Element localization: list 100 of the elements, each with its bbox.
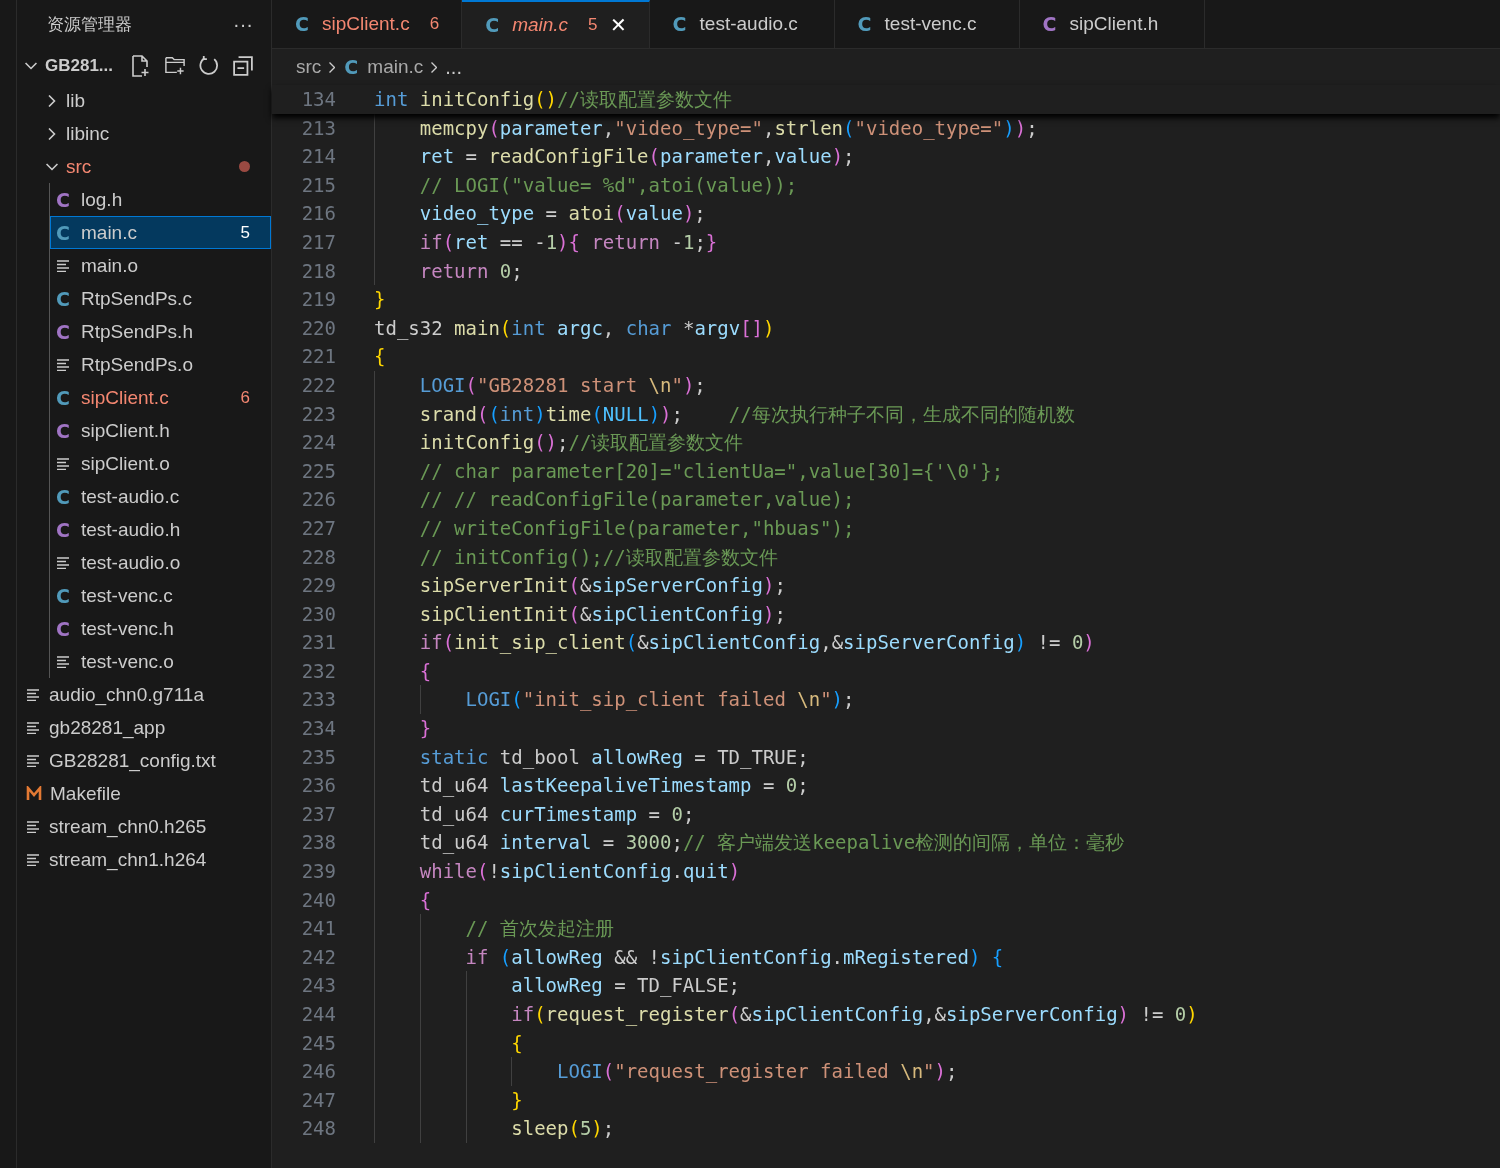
c-file-icon: C: [55, 221, 71, 244]
problem-count: 5: [240, 222, 250, 243]
tree-item[interactable]: test-venc.o: [50, 645, 271, 678]
tree-item[interactable]: C log.h: [50, 183, 271, 216]
code-line: }: [374, 287, 386, 313]
tree-item[interactable]: RtpSendPs.o: [50, 348, 271, 381]
problem-count: 6: [240, 387, 250, 408]
tree-item[interactable]: audio_chn0.g711a: [17, 678, 271, 711]
line-number: 225: [300, 458, 337, 484]
close-button[interactable]: ✕: [609, 13, 627, 37]
line-number: 239: [300, 859, 337, 885]
text-file-icon: [26, 853, 40, 866]
tree-item[interactable]: src: [17, 150, 271, 183]
refresh-icon[interactable]: [199, 55, 220, 77]
line-number: 224: [300, 430, 337, 456]
breadcrumb-item[interactable]: main.c: [367, 56, 424, 78]
line-number: 230: [300, 601, 337, 627]
code-line: LOGI("GB28281 start \n");: [419, 372, 706, 398]
code-line: video_type = atoi(value);: [419, 201, 706, 227]
tree-item[interactable]: gb28281_app: [17, 711, 271, 744]
line-number: 245: [300, 1030, 337, 1056]
file-name: stream_chn1.h264: [49, 848, 208, 871]
line-number: 246: [300, 1059, 337, 1085]
c-file-icon: C: [1041, 13, 1058, 35]
file-name: sipClient.h: [81, 419, 171, 442]
tree-item[interactable]: lib: [17, 84, 271, 117]
tree-item[interactable]: libinc: [17, 117, 271, 150]
file-name: sipClient.c: [81, 386, 170, 409]
code-line: // LOGI("value= %d",atoi(value));: [419, 172, 798, 198]
tree-item[interactable]: Makefile: [17, 777, 271, 810]
editor-tab[interactable]: C sipClient.h: [1019, 0, 1205, 48]
editor-tab[interactable]: C main.c 5 ✕: [462, 0, 650, 48]
code-line: if(init_sip_client(&sipClientConfig,&sipServerConfig) != 0): [419, 630, 1095, 656]
tree-item[interactable]: C RtpSendPs.h: [50, 315, 271, 348]
tree-item[interactable]: stream_chn0.h265: [17, 810, 271, 843]
c-file-icon: C: [55, 386, 71, 409]
text-file-icon: [26, 688, 40, 701]
m-letter-icon: [26, 785, 42, 802]
file-name: test-audio.o: [81, 551, 182, 574]
line-number: 231: [300, 630, 337, 656]
c-file-icon: C: [671, 13, 688, 35]
c-file-icon: C: [55, 188, 71, 211]
tree-item[interactable]: C RtpSendPs.c: [50, 282, 271, 315]
code-line: td_u64 lastKeepaliveTimestamp = 0;: [419, 773, 809, 799]
tree-item[interactable]: C test-venc.c: [50, 579, 271, 612]
editor-tab[interactable]: C test-audio.c: [649, 0, 835, 48]
tree-item[interactable]: C main.c 5: [50, 216, 271, 249]
file-name: main.c: [81, 221, 138, 244]
problem-count: 5: [588, 15, 598, 35]
file-name: RtpSendPs.h: [81, 320, 194, 343]
code-line: if(ret == -1){ return -1;}: [419, 229, 718, 255]
file-name: test-venc.h: [81, 617, 175, 640]
tree-item[interactable]: C sipClient.h: [50, 414, 271, 447]
breadcrumb-item[interactable]: src: [296, 56, 322, 78]
chevron-icon[interactable]: [25, 62, 37, 70]
file-name: test-audio.h: [81, 518, 182, 541]
file-name: audio_chn0.g711a: [49, 683, 205, 706]
collapse-all-icon[interactable]: [233, 55, 254, 77]
more-actions-button[interactable]: ···: [233, 12, 253, 36]
file-name: RtpSendPs.c: [81, 287, 193, 310]
text-file-icon: [56, 259, 70, 272]
new-file-icon[interactable]: [131, 55, 152, 77]
code-line: td_u64 interval = 3000;// 客户端发送keepalive检测的间隔，单位：毫秒: [419, 830, 1125, 856]
line-number: 213: [300, 115, 337, 141]
tree-item[interactable]: stream_chn1.h264: [17, 843, 271, 876]
tree-item[interactable]: main.o: [50, 249, 271, 282]
tree-item[interactable]: C sipClient.c 6: [50, 381, 271, 414]
c-file-icon: C: [484, 14, 501, 36]
tree-item[interactable]: C test-audio.c: [50, 480, 271, 513]
file-name: Makefile: [50, 782, 122, 805]
code-line: // // readConfigFile(parameter,value);: [419, 487, 855, 513]
workspace-name[interactable]: GB281...: [45, 56, 114, 76]
code-line: return 0;: [419, 258, 523, 284]
line-number: 216: [300, 201, 337, 227]
tree-item[interactable]: GB28281_config.txt: [17, 744, 271, 777]
code-line: LOGI("request_register failed \n");: [557, 1059, 958, 1085]
line-number: 240: [300, 887, 337, 913]
breadcrumb-item[interactable]: ...: [445, 55, 462, 79]
code-line: }: [511, 1087, 523, 1113]
tree-item[interactable]: test-audio.o: [50, 546, 271, 579]
file-name: GB28281_config.txt: [49, 749, 217, 772]
line-number: 217: [300, 229, 337, 255]
line-number: 228: [300, 544, 337, 570]
file-name: log.h: [81, 188, 124, 211]
line-number: 236: [300, 773, 337, 799]
tree-item[interactable]: C test-audio.h: [50, 513, 271, 546]
code-line: // initConfig();//读取配置参数文件: [419, 544, 778, 570]
editor-tab[interactable]: C test-venc.c: [834, 0, 1020, 48]
line-number: 233: [300, 687, 337, 713]
c-file-icon: C: [343, 56, 360, 78]
file-name: test-audio.c: [81, 485, 181, 508]
code-line: td_s32 main(int argc, char *argv[]): [374, 315, 775, 342]
c-file-icon: C: [55, 485, 71, 508]
code-line: allowReg = TD_FALSE;: [511, 973, 741, 999]
tree-item[interactable]: sipClient.o: [50, 447, 271, 480]
line-number: 229: [300, 573, 337, 599]
code-line: if (allowReg && !sipClientConfig.mRegistered) {: [465, 944, 1004, 970]
tree-item[interactable]: C test-venc.h: [50, 612, 271, 645]
code-line: td_u64 curTimestamp = 0;: [419, 801, 695, 828]
new-folder-icon[interactable]: [165, 55, 186, 77]
